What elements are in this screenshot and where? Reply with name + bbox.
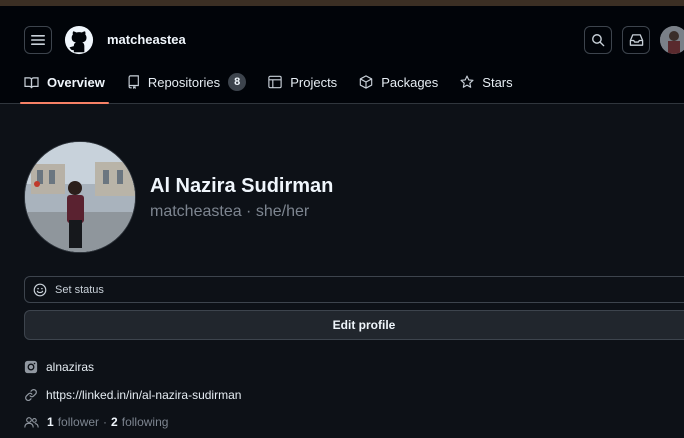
tab-projects[interactable]: Projects — [268, 66, 337, 98]
menu-icon — [31, 35, 45, 45]
tab-repositories[interactable]: Repositories 8 — [127, 66, 247, 98]
website-link[interactable]: https://linked.in/in/al-nazira-sudirman — [46, 388, 241, 402]
repositories-count-badge: 8 — [228, 73, 247, 91]
search-icon — [592, 34, 605, 47]
tab-overview[interactable]: Overview — [20, 66, 109, 104]
following-label[interactable]: following — [122, 415, 169, 429]
instagram-icon — [24, 360, 38, 374]
github-logo-icon[interactable] — [64, 25, 94, 55]
book-icon — [24, 76, 39, 88]
set-status-button[interactable]: Set status — [24, 276, 684, 303]
website-row: https://linked.in/in/al-nazira-sudirman — [24, 388, 241, 402]
profile-handle-pronouns: matcheastea · she/her — [150, 203, 310, 220]
instagram-handle[interactable]: alnaziras — [46, 360, 94, 374]
followers-label[interactable]: follower — [58, 415, 99, 429]
edit-profile-button[interactable]: Edit profile — [24, 310, 684, 340]
inbox-icon — [629, 34, 643, 46]
tab-overview-label: Overview — [47, 74, 105, 90]
smiley-icon — [33, 283, 47, 296]
people-icon — [24, 416, 39, 428]
following-count[interactable]: 2 — [111, 415, 118, 429]
tab-packages-label: Packages — [381, 74, 439, 90]
profile-avatar[interactable] — [24, 141, 136, 253]
tab-repositories-label: Repositories — [147, 74, 221, 90]
header-username[interactable]: matcheastea — [107, 32, 186, 47]
search-button[interactable] — [584, 26, 612, 54]
package-icon — [359, 75, 373, 89]
tab-packages[interactable]: Packages — [359, 66, 438, 98]
followers-count[interactable]: 1 — [47, 415, 54, 429]
table-icon — [268, 75, 282, 89]
tab-stars-label: Stars — [482, 74, 513, 90]
followers-row: 1 follower · 2 following — [24, 415, 168, 429]
star-icon — [460, 75, 474, 88]
app-header: matcheastea Overview Repositories 8 Proj… — [0, 6, 684, 104]
link-icon — [25, 388, 37, 402]
repo-icon — [128, 75, 139, 89]
instagram-row: alnaziras — [24, 360, 94, 374]
profile-tabs: Overview Repositories 8 Projects Package… — [20, 66, 535, 104]
inbox-button[interactable] — [622, 26, 650, 54]
tab-stars[interactable]: Stars — [460, 66, 513, 98]
follow-separator: · — [103, 415, 108, 429]
tab-projects-label: Projects — [290, 74, 338, 90]
user-avatar-small[interactable] — [660, 26, 684, 54]
set-status-label: Set status — [55, 283, 104, 296]
menu-button[interactable] — [24, 26, 52, 54]
profile-full-name: Al Nazira Sudirman — [150, 175, 334, 197]
